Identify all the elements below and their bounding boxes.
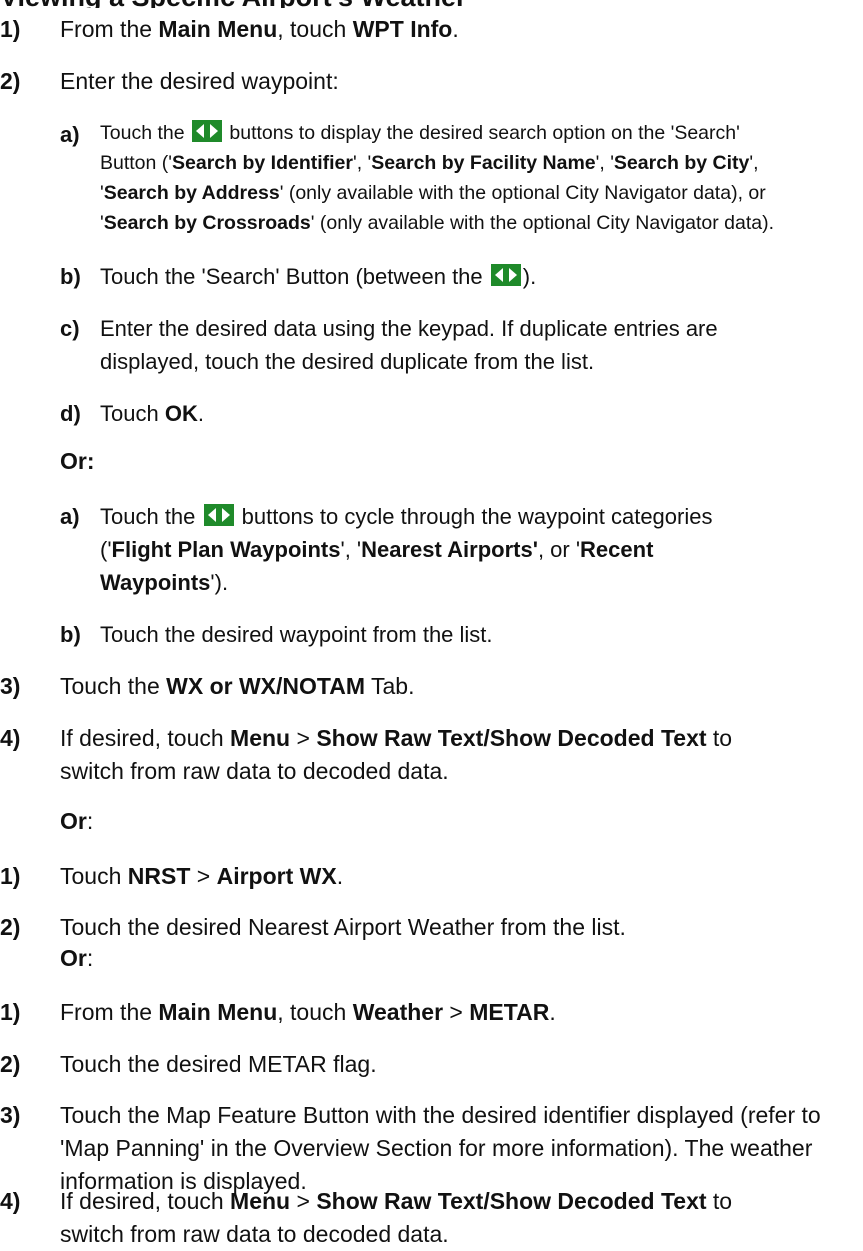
cut-off-heading: Viewing a Specific Airport's Weather <box>0 0 863 8</box>
left-right-arrows-icon <box>191 119 222 142</box>
left-right-arrows-icon <box>203 504 234 527</box>
left-right-arrows-icon <box>490 264 521 287</box>
or-label: Or: <box>60 808 94 834</box>
or-label: Or: <box>60 448 95 474</box>
or-label: Or: <box>60 945 94 971</box>
